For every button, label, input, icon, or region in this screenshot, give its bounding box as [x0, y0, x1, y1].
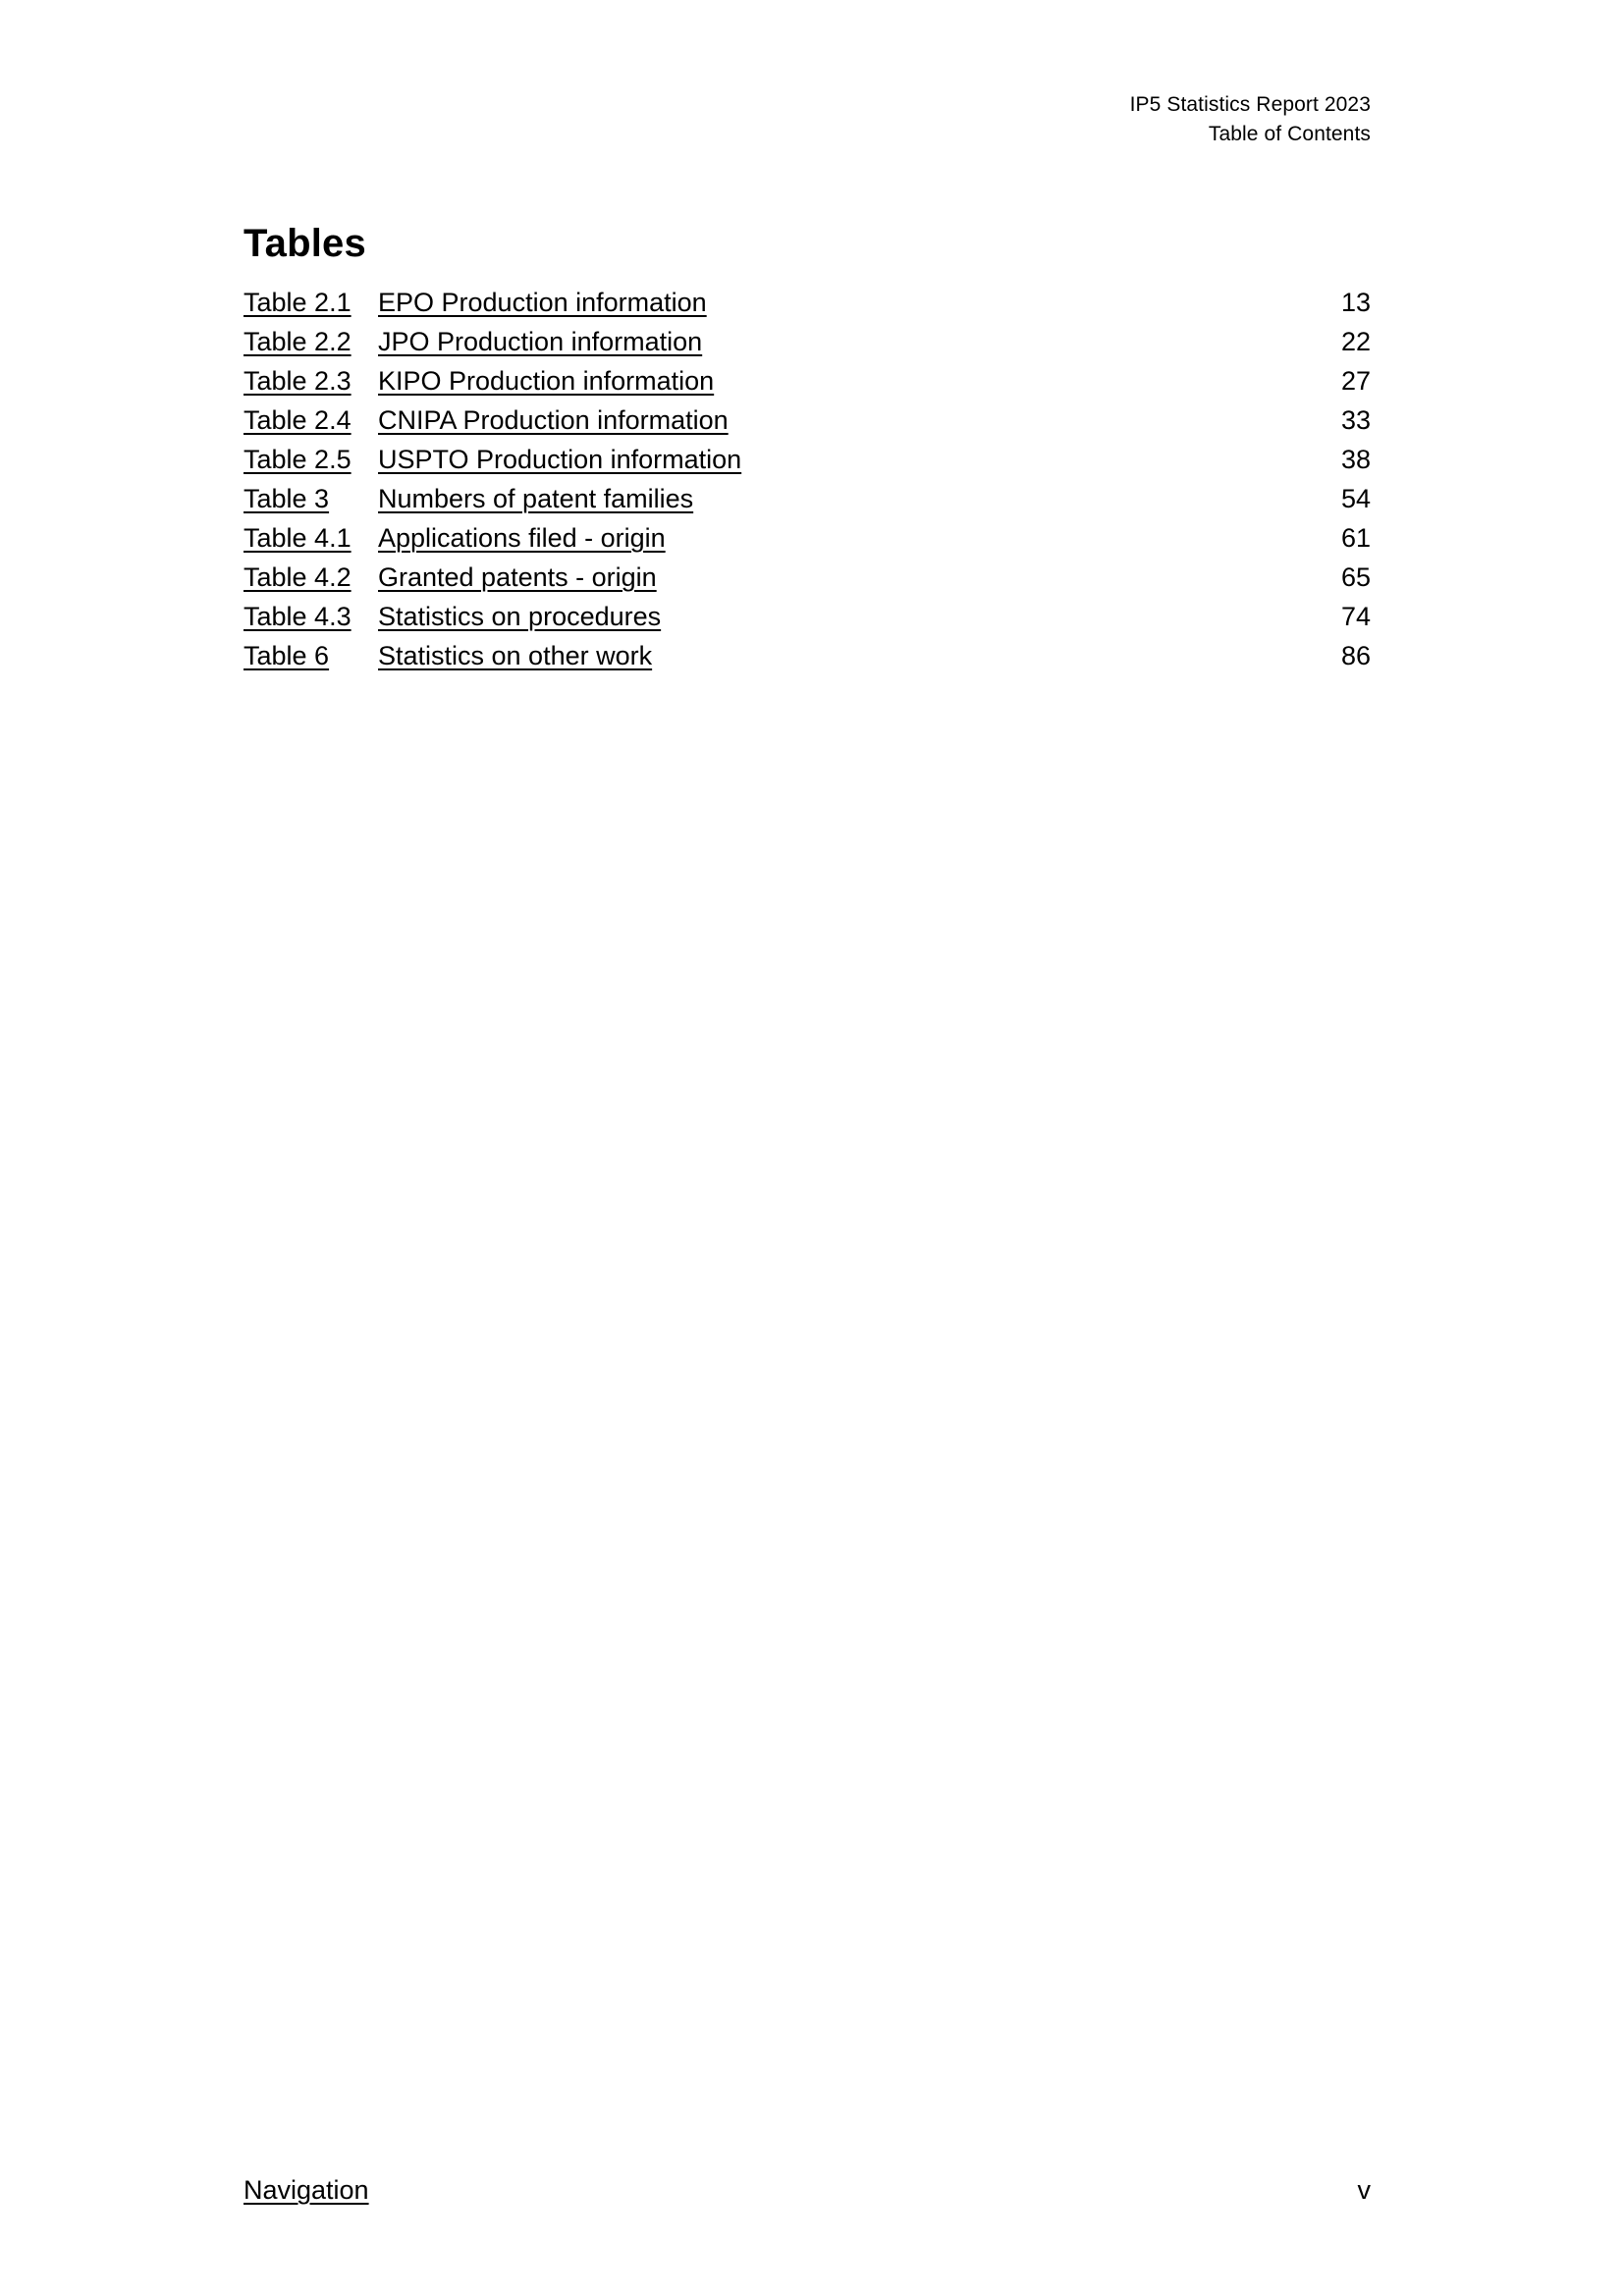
toc-entry-link[interactable]: Table 4.1 Applications filed - origin [244, 518, 666, 558]
table-of-contents-list: Table 2.1 EPO Production information 13 Tab… [244, 283, 1371, 675]
toc-entry-label: Table 2.5 [244, 445, 352, 474]
running-header: IP5 Statistics Report 2023 Table of Cont… [1130, 90, 1371, 149]
toc-entry-description: Statistics on procedures [378, 602, 662, 631]
toc-entry-label: Table 4.1 [244, 523, 352, 553]
toc-entry: Table 2.2 JPO Production information 22 [244, 322, 1371, 361]
toc-entry-page-number: 27 [1340, 366, 1371, 396]
navigation-link[interactable]: Navigation [244, 2171, 369, 2209]
toc-entry-description: EPO Production information [378, 288, 707, 317]
page-title: Tables [244, 221, 366, 265]
toc-entry-label: Table 2.4 [244, 405, 352, 435]
toc-entry-label: Table 3 [244, 484, 330, 513]
toc-entry-label: Table 2.2 [244, 327, 352, 356]
toc-entry-description: USPTO Production information [378, 445, 742, 474]
toc-entry-link[interactable]: Table 3 Numbers of patent families [244, 479, 693, 518]
toc-entry-description: KIPO Production information [378, 366, 715, 396]
running-header-title: IP5 Statistics Report 2023 [1129, 93, 1371, 116]
toc-entry-link[interactable]: Table 4.3 Statistics on procedures [244, 597, 661, 636]
toc-entry: Table 2.1 EPO Production information 13 [244, 283, 1371, 322]
document-page: IP5 Statistics Report 2023 Table of Cont… [0, 0, 1624, 2296]
running-header-subtitle: Table of Contents [1208, 123, 1371, 145]
toc-entry-link[interactable]: Table 2.4 CNIPA Production information [244, 400, 729, 440]
toc-entry-link[interactable]: Table 6 Statistics on other work [244, 636, 652, 675]
toc-entry-link[interactable]: Table 4.2 Granted patents - origin [244, 558, 657, 597]
toc-entry-page-number: 74 [1340, 602, 1371, 631]
toc-entry-label: Table 2.3 [244, 366, 352, 396]
toc-entry-page-number: 61 [1340, 523, 1371, 553]
toc-entry: Table 2.3 KIPO Production information 27 [244, 361, 1371, 400]
toc-entry-label: Table 2.1 [244, 288, 352, 317]
toc-entry: Table 4.1 Applications filed - origin 61 [244, 518, 1371, 558]
toc-entry-link[interactable]: Table 2.1 EPO Production information [244, 283, 707, 322]
toc-entry: Table 2.5 USPTO Production information 38 [244, 440, 1371, 479]
page-footer: Navigation v [244, 2171, 1371, 2209]
toc-entry: Table 4.3 Statistics on procedures 74 [244, 597, 1371, 636]
toc-entry: Table 4.2 Granted patents - origin 65 [244, 558, 1371, 597]
toc-entry: Table 2.4 CNIPA Production information 33 [244, 400, 1371, 440]
toc-entry-link[interactable]: Table 2.2 JPO Production information [244, 322, 702, 361]
toc-entry-description: Statistics on other work [378, 641, 653, 670]
toc-entry-label: Table 4.3 [244, 602, 352, 631]
toc-entry-label: Table 4.2 [244, 562, 352, 592]
toc-entry-page-number: 86 [1340, 641, 1371, 670]
toc-entry-description: Numbers of patent families [378, 484, 694, 513]
toc-entry-link[interactable]: Table 2.5 USPTO Production information [244, 440, 741, 479]
toc-entry-description: CNIPA Production information [378, 405, 729, 435]
toc-entry-page-number: 54 [1340, 484, 1371, 513]
toc-entry-description: Granted patents - origin [378, 562, 657, 592]
toc-entry-page-number: 22 [1340, 327, 1371, 356]
toc-entry-page-number: 38 [1340, 445, 1371, 474]
toc-entry-page-number: 65 [1340, 562, 1371, 592]
toc-entry-description: Applications filed - origin [378, 523, 666, 553]
toc-entry: Table 3 Numbers of patent families 54 [244, 479, 1371, 518]
toc-entry-page-number: 33 [1340, 405, 1371, 435]
toc-entry-page-number: 13 [1340, 288, 1371, 317]
toc-entry: Table 6 Statistics on other work 86 [244, 636, 1371, 675]
toc-entry-description: JPO Production information [378, 327, 703, 356]
toc-entry-link[interactable]: Table 2.3 KIPO Production information [244, 361, 714, 400]
footer-page-number: v [1357, 2175, 1372, 2205]
toc-entry-label: Table 6 [244, 641, 330, 670]
